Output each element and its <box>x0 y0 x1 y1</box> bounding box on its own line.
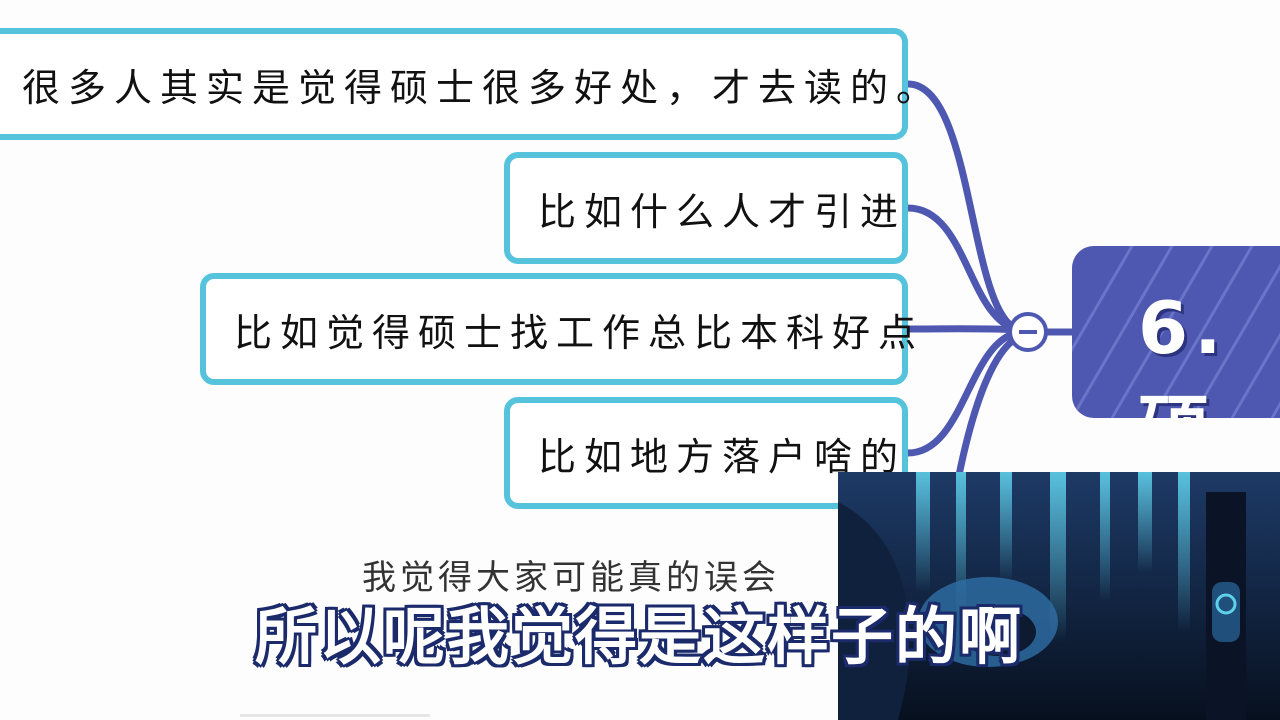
branch-node-1[interactable]: 很多人其实是觉得硕士很多好处，才去读的。 <box>0 28 934 140</box>
subtitle-caption: 所以呢我觉得是这样子的啊 <box>255 600 1024 673</box>
collapse-toggle-icon[interactable] <box>1008 312 1048 352</box>
branch-node-2[interactable]: 比如什么人才引进 <box>504 152 908 264</box>
central-topic-label: 6. 硕 <box>1138 286 1228 418</box>
branch-node-3-label: 比如觉得硕士找工作总比本科好点 <box>234 310 925 355</box>
branch-node-3[interactable]: 比如觉得硕士找工作总比本科好点 <box>200 273 916 385</box>
central-topic-node[interactable]: 6. 硕 <box>1072 246 1280 418</box>
branch-node-2-label: 比如什么人才引进 <box>538 189 907 234</box>
divider <box>240 714 430 717</box>
branch-node-1-label: 很多人其实是觉得硕士很多好处，才去读的。 <box>22 65 943 110</box>
connector-branch-3 <box>904 325 1024 334</box>
connector-branch-1 <box>904 80 1024 334</box>
